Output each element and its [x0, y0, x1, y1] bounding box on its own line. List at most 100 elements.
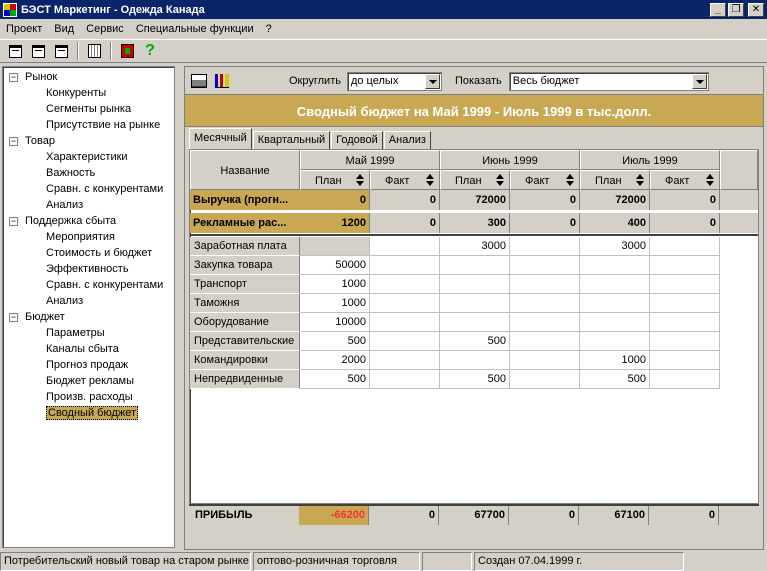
- table-cell[interactable]: [650, 332, 720, 351]
- table-cell[interactable]: [510, 370, 580, 389]
- column-header-plan[interactable]: План: [300, 170, 370, 190]
- tree-item[interactable]: Бюджет рекламы: [3, 373, 174, 389]
- table-cell[interactable]: 500: [300, 370, 370, 389]
- table-cell[interactable]: 1000: [300, 294, 370, 313]
- table-cell[interactable]: [510, 332, 580, 351]
- table-cell[interactable]: [510, 237, 580, 256]
- table-cell[interactable]: [510, 313, 580, 332]
- tree-item[interactable]: Сравн. с конкурентами: [3, 277, 174, 293]
- print-icon[interactable]: [191, 74, 207, 88]
- table-cell[interactable]: [510, 275, 580, 294]
- menu-help[interactable]: ?: [260, 23, 278, 35]
- table-cell[interactable]: [440, 351, 510, 370]
- column-header-plan[interactable]: План: [580, 170, 650, 190]
- chevron-down-icon[interactable]: [691, 73, 707, 89]
- table-cell[interactable]: [440, 294, 510, 313]
- sort-icon[interactable]: [706, 174, 715, 187]
- round-select[interactable]: до целых: [346, 71, 442, 91]
- table-cell[interactable]: 500: [580, 370, 650, 389]
- table-cell[interactable]: [440, 256, 510, 275]
- table-cell[interactable]: [370, 351, 440, 370]
- table-cell[interactable]: 3000: [440, 237, 510, 256]
- budget-grid[interactable]: Название Май 1999 План Факт Июнь 1999 План Фак…: [189, 149, 759, 504]
- tree-item[interactable]: Присутствие на рынке: [3, 117, 174, 133]
- tab-3[interactable]: Анализ: [383, 131, 431, 149]
- table-cell[interactable]: [440, 275, 510, 294]
- collapse-icon[interactable]: −: [9, 216, 18, 226]
- table-cell[interactable]: 3000: [580, 237, 650, 256]
- tree-item[interactable]: Важность: [3, 165, 174, 181]
- table-cell[interactable]: 10000: [300, 313, 370, 332]
- calculator-button[interactable]: [83, 41, 105, 61]
- table-cell[interactable]: [300, 237, 370, 256]
- sort-icon[interactable]: [636, 174, 645, 187]
- table-cell[interactable]: [650, 313, 720, 332]
- table-cell[interactable]: [650, 351, 720, 370]
- column-header-fact[interactable]: Факт: [510, 170, 580, 190]
- tree-node-3[interactable]: − Бюджет: [3, 309, 174, 325]
- tree-item[interactable]: Конкуренты: [3, 85, 174, 101]
- table-cell[interactable]: [580, 256, 650, 275]
- table-cell[interactable]: [510, 256, 580, 275]
- tree-item[interactable]: Эффективность: [3, 261, 174, 277]
- sort-icon[interactable]: [356, 174, 365, 187]
- menu-special[interactable]: Специальные функции: [130, 23, 260, 35]
- tree-item[interactable]: Анализ: [3, 293, 174, 309]
- table-cell[interactable]: [650, 275, 720, 294]
- table-cell[interactable]: 500: [300, 332, 370, 351]
- column-header-fact[interactable]: Факт: [370, 170, 440, 190]
- table-cell[interactable]: [650, 294, 720, 313]
- menu-view[interactable]: Вид: [48, 23, 80, 35]
- chart-icon[interactable]: [215, 74, 229, 88]
- view-doc-2-button[interactable]: [27, 41, 49, 61]
- table-cell[interactable]: 2000: [300, 351, 370, 370]
- table-cell[interactable]: 500: [440, 370, 510, 389]
- collapse-icon[interactable]: −: [9, 312, 18, 322]
- table-cell[interactable]: [510, 351, 580, 370]
- table-cell[interactable]: 1000: [580, 351, 650, 370]
- app-icon[interactable]: [3, 2, 17, 17]
- table-cell[interactable]: 50000: [300, 256, 370, 275]
- chevron-down-icon[interactable]: [424, 73, 440, 89]
- tree-item[interactable]: Параметры: [3, 325, 174, 341]
- exit-button[interactable]: [116, 41, 138, 61]
- tree-item[interactable]: Произв. расходы: [3, 389, 174, 405]
- table-cell[interactable]: [650, 256, 720, 275]
- tab-1[interactable]: Квартальный: [252, 131, 331, 149]
- tree-item[interactable]: Прогноз продаж: [3, 357, 174, 373]
- table-cell[interactable]: [580, 275, 650, 294]
- tree-item[interactable]: Сравн. с конкурентами: [3, 181, 174, 197]
- tree-item[interactable]: Сегменты рынка: [3, 101, 174, 117]
- table-cell[interactable]: [370, 370, 440, 389]
- table-cell[interactable]: [650, 237, 720, 256]
- tree-item[interactable]: Мероприятия: [3, 229, 174, 245]
- view-doc-1-button[interactable]: [4, 41, 26, 61]
- menu-service[interactable]: Сервис: [80, 23, 130, 35]
- table-cell[interactable]: [370, 237, 440, 256]
- show-select[interactable]: Весь бюджет: [508, 71, 709, 91]
- tree-item[interactable]: Характеристики: [3, 149, 174, 165]
- sort-icon[interactable]: [496, 174, 505, 187]
- collapse-icon[interactable]: −: [9, 72, 18, 82]
- tree-item[interactable]: Анализ: [3, 197, 174, 213]
- menu-project[interactable]: Проект: [0, 23, 48, 35]
- tree-item[interactable]: Сводный бюджет: [3, 405, 174, 421]
- collapse-icon[interactable]: −: [9, 136, 18, 146]
- table-cell[interactable]: [580, 313, 650, 332]
- tab-0[interactable]: Месячный: [189, 128, 252, 149]
- column-header-fact[interactable]: Факт: [650, 170, 720, 190]
- table-cell[interactable]: [370, 256, 440, 275]
- tree-node-0[interactable]: − Рынок: [3, 69, 174, 85]
- tree-node-1[interactable]: − Товар: [3, 133, 174, 149]
- table-cell[interactable]: [370, 332, 440, 351]
- table-cell[interactable]: [370, 294, 440, 313]
- table-cell[interactable]: 1000: [300, 275, 370, 294]
- sort-icon[interactable]: [566, 174, 575, 187]
- table-cell[interactable]: 500: [440, 332, 510, 351]
- table-cell[interactable]: [440, 313, 510, 332]
- tree-item[interactable]: Стоимость и бюджет: [3, 245, 174, 261]
- close-button[interactable]: ✕: [748, 2, 764, 17]
- column-header-plan[interactable]: План: [440, 170, 510, 190]
- table-cell[interactable]: [370, 275, 440, 294]
- restore-button[interactable]: ❐: [728, 2, 744, 17]
